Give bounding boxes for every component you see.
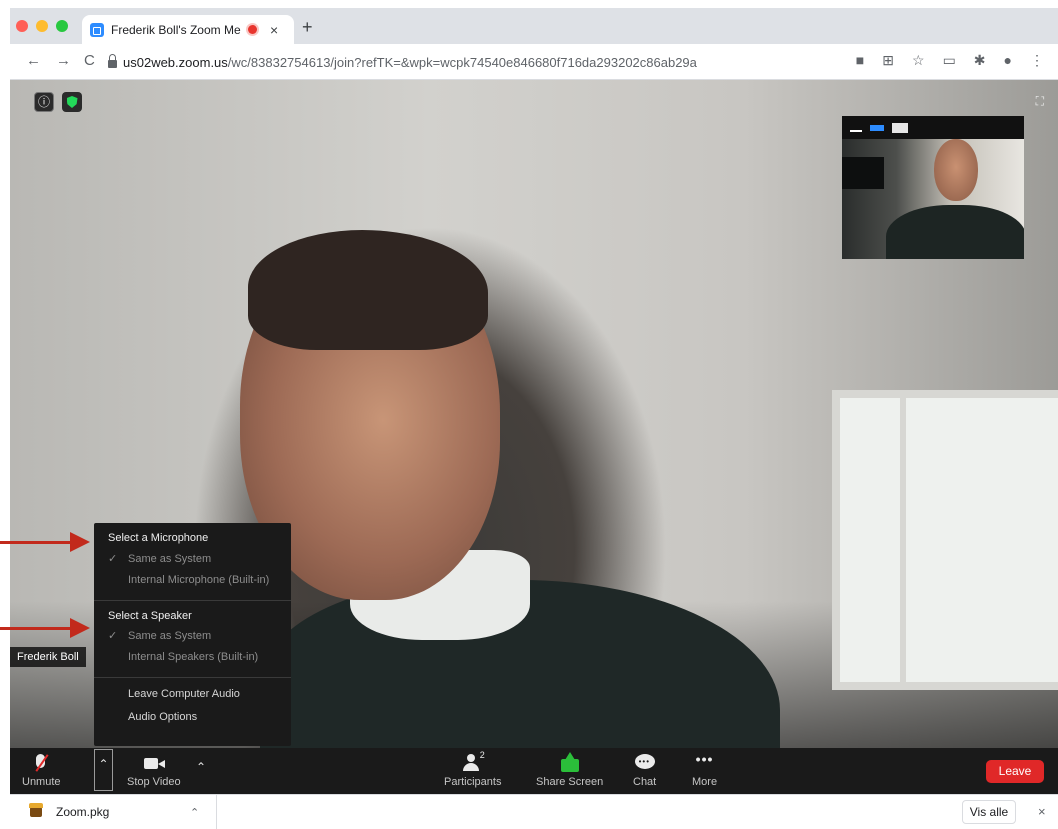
video-camera-icon [142, 752, 166, 774]
lock-icon [108, 54, 117, 68]
address-bar[interactable]: us02web.zoom.us/wc/83832754613/join?refT… [108, 49, 758, 75]
browser-tab[interactable]: Frederik Boll's Zoom Meeti × [82, 15, 294, 44]
translate-icon[interactable]: ⊞ [882, 52, 894, 69]
menu-divider [94, 600, 291, 601]
chat-icon: ••• [634, 752, 656, 774]
speaker-option-label: Internal Speakers (Built-in) [128, 651, 259, 663]
mic-option-internal[interactable]: Internal Microphone (Built-in) [94, 570, 291, 591]
menu-divider [94, 677, 291, 678]
window-controls [16, 20, 68, 32]
more-button[interactable]: ••• More [692, 752, 717, 788]
video-options-caret-icon[interactable]: ⌃ [196, 760, 206, 774]
participants-label: Participants [444, 776, 502, 788]
participants-button[interactable]: 2 Participants [444, 750, 502, 788]
show-all-downloads-button[interactable]: Vis alle [962, 800, 1016, 824]
self-view-body [886, 205, 1024, 259]
url-host: us02web.zoom.us [123, 54, 228, 70]
mic-option-same-as-system[interactable]: ✓ Same as System [94, 549, 291, 570]
speaker-option-label: Same as System [128, 630, 212, 642]
package-icon [29, 803, 43, 817]
unmute-label: Unmute [22, 776, 61, 788]
participants-count: 2 [479, 750, 485, 760]
speaker-option-same-as-system[interactable]: ✓ Same as System [94, 626, 291, 647]
shelf-divider [216, 795, 217, 829]
chat-button[interactable]: ••• Chat [633, 752, 656, 788]
speaker-section-header: Select a Speaker [108, 610, 192, 622]
profile-avatar-icon[interactable]: ● [1004, 52, 1012, 69]
mic-option-label: Internal Microphone (Built-in) [128, 574, 270, 586]
self-view-tv [842, 157, 884, 189]
bookmark-star-icon[interactable]: ☆ [912, 52, 925, 69]
close-download-shelf-button[interactable]: × [1038, 804, 1046, 819]
download-options-caret-icon[interactable]: ⌃ [190, 806, 199, 819]
share-screen-button[interactable]: Share Screen [536, 752, 603, 788]
extension-icon[interactable]: ▭ [943, 52, 956, 69]
camera-indicator-icon[interactable]: ■ [856, 52, 864, 69]
audio-settings-menu: Select a Microphone ✓ Same as System Int… [94, 523, 291, 746]
speaker-option-internal[interactable]: Internal Speakers (Built-in) [94, 647, 291, 668]
menu-kebab-icon[interactable]: ⋮ [1030, 52, 1044, 69]
audio-options-item[interactable]: Audio Options [94, 706, 291, 729]
microphone-section-header: Select a Microphone [108, 532, 209, 544]
audio-options-caret-button[interactable]: ⌃ [94, 749, 113, 791]
check-icon: ✓ [108, 630, 118, 642]
download-shelf: Zoom.pkg ⌃ Vis alle × [10, 794, 1058, 829]
annotation-arrow-speaker [0, 618, 90, 638]
encryption-shield-button[interactable] [62, 92, 82, 112]
reload-button[interactable]: C [84, 52, 95, 69]
toolbar-icons: ■ ⊞ ☆ ▭ ✱ ● ⋮ [856, 52, 1044, 69]
self-view-head [934, 139, 978, 201]
stop-video-label: Stop Video [127, 776, 181, 788]
minimize-video-icon[interactable] [850, 129, 862, 132]
annotation-arrow-microphone [0, 532, 90, 552]
zoom-window-button[interactable] [56, 20, 68, 32]
tab-title: Frederik Boll's Zoom Meeti [111, 22, 241, 37]
chat-label: Chat [633, 776, 657, 788]
share-screen-icon [559, 752, 581, 774]
participant-name-tag: Frederik Boll [10, 647, 86, 667]
puzzle-extensions-icon[interactable]: ✱ [974, 52, 986, 69]
maximize-video-icon[interactable] [892, 122, 908, 133]
share-screen-label: Share Screen [536, 776, 604, 788]
stop-video-button[interactable]: Stop Video [127, 752, 181, 788]
leave-meeting-button[interactable]: Leave [986, 760, 1044, 783]
meeting-info-icon[interactable]: ⓘ [34, 92, 54, 112]
zoom-favicon-icon [90, 22, 104, 37]
self-view[interactable] [842, 116, 1024, 259]
meeting-controls-bar: Unmute ⌃ Stop Video ⌃ 2 Participants Sha… [10, 748, 1058, 794]
speaker-hair [248, 230, 488, 350]
participants-icon: 2 [458, 750, 488, 774]
tab-close-button[interactable]: × [270, 22, 278, 38]
mic-option-label: Same as System [128, 553, 212, 565]
check-icon: ✓ [108, 553, 118, 565]
self-view-controls [842, 116, 1024, 139]
url-path: /wc/83832754613/join?refTK=&wpk=wcpk7454… [227, 54, 697, 70]
muted-microphone-icon [30, 752, 52, 774]
more-label: More [692, 776, 718, 788]
new-tab-button[interactable]: + [302, 17, 313, 38]
background-window [832, 390, 1058, 690]
forward-button[interactable]: → [56, 52, 71, 69]
leave-computer-audio-item[interactable]: Leave Computer Audio [94, 683, 291, 706]
more-dots-icon: ••• [695, 751, 714, 767]
shield-icon [66, 96, 78, 108]
fullscreen-icon[interactable]: ⛶ [1036, 94, 1044, 109]
browser-toolbar: ← → C us02web.zoom.us/wc/83832754613/joi… [10, 44, 1058, 80]
back-button[interactable]: ← [26, 52, 41, 69]
close-window-button[interactable] [16, 20, 28, 32]
minimize-window-button[interactable] [36, 20, 48, 32]
download-file-name[interactable]: Zoom.pkg [56, 805, 109, 819]
recording-icon [248, 25, 257, 34]
unmute-button[interactable]: Unmute [22, 752, 61, 788]
self-view-image [842, 139, 1024, 259]
restore-video-icon[interactable] [870, 124, 884, 131]
